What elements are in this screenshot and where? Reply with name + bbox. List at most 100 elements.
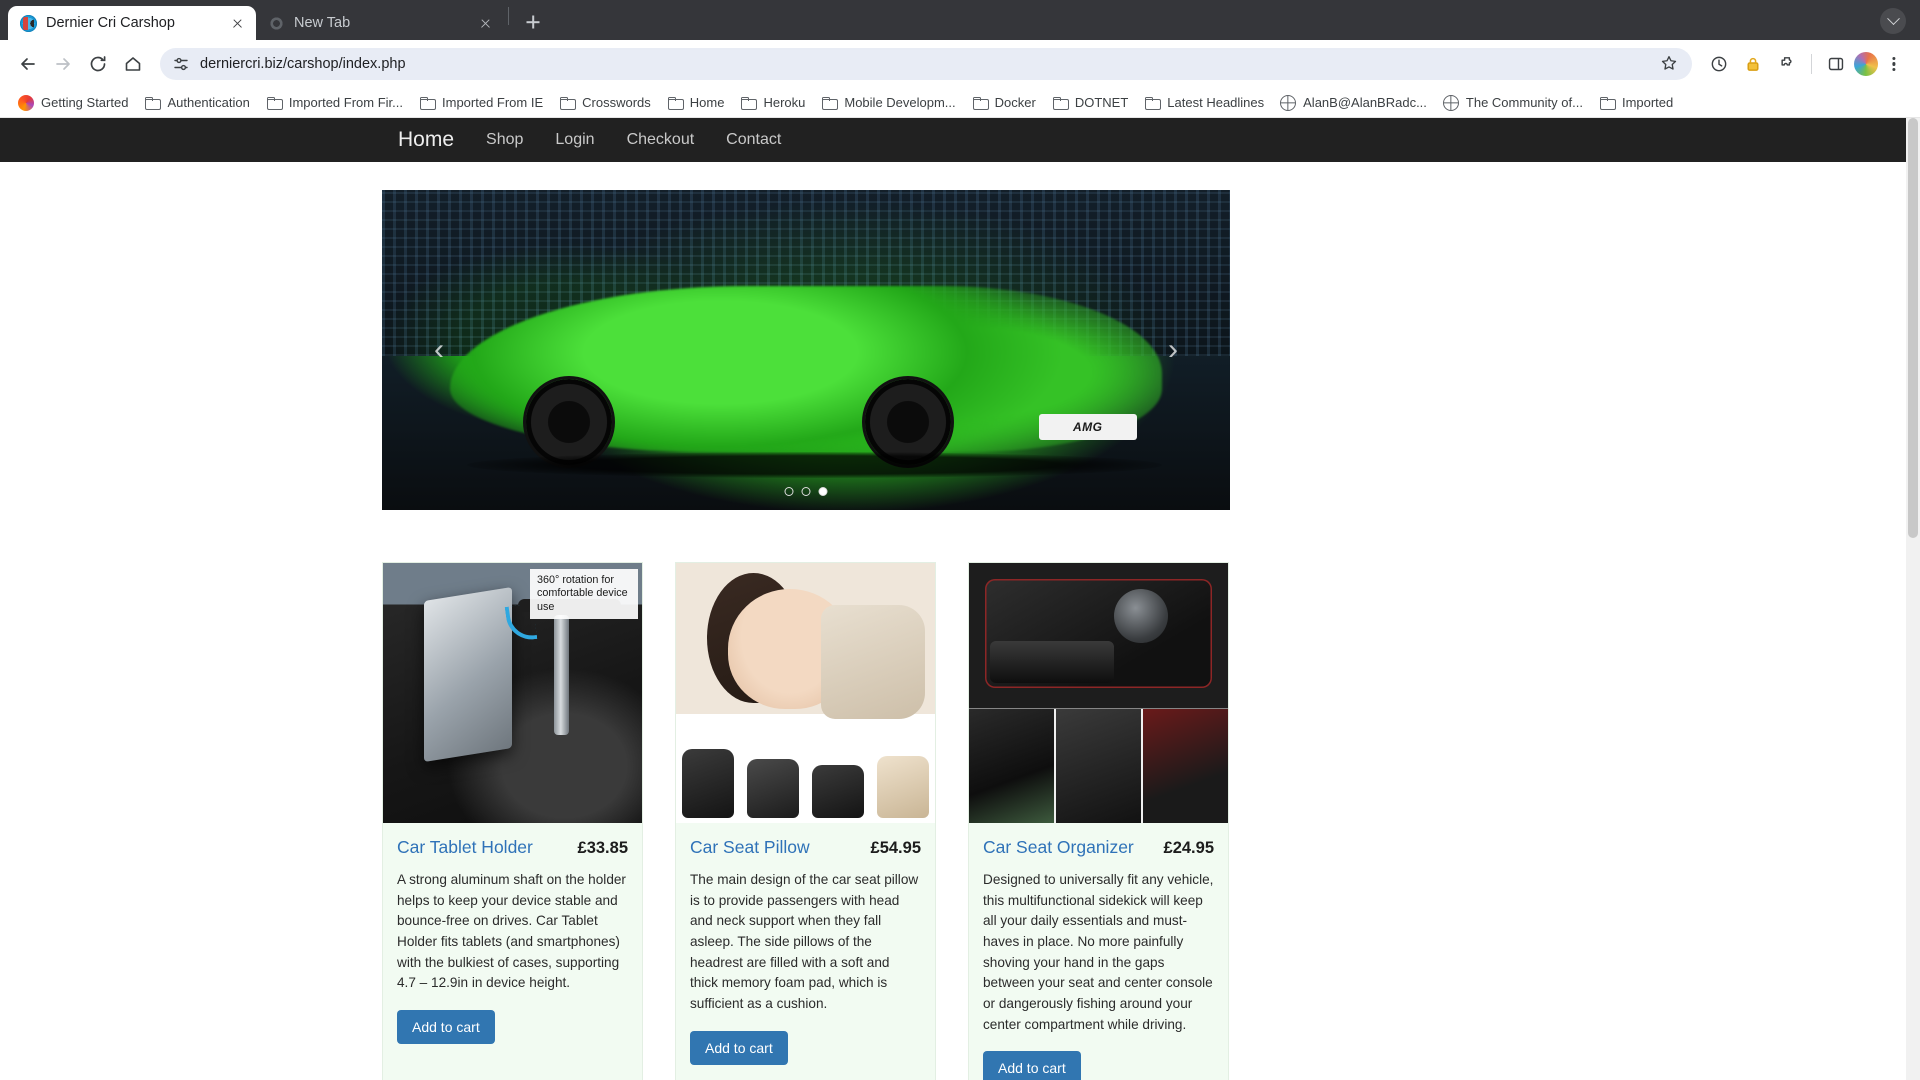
bookmark-heroku[interactable]: Heroku (732, 91, 813, 115)
globe-icon (1280, 94, 1297, 111)
pillow-cushion-shape (821, 604, 925, 719)
tab-title: New Tab (294, 15, 351, 31)
bookmark-label: Heroku (763, 95, 806, 110)
bookmark-imported[interactable]: Imported (1591, 91, 1681, 115)
site-settings-icon[interactable] (172, 55, 190, 73)
nav-link-contact[interactable]: Contact (710, 118, 797, 162)
bookmark-dotnet[interactable]: DOTNET (1044, 91, 1136, 115)
carousel-indicators (784, 487, 828, 496)
folder-icon (266, 95, 283, 111)
folder-icon (1599, 95, 1616, 111)
chrome-newtab-favicon-icon (268, 14, 285, 32)
product-description: A strong aluminum shaft on the holder he… (397, 872, 626, 991)
bookmark-label: Crosswords (582, 95, 651, 110)
more-menu-icon[interactable] (1880, 50, 1908, 78)
carousel-next-arrow[interactable]: › (1156, 333, 1190, 367)
extensions-icon[interactable] (1771, 48, 1803, 80)
browser-toolbar: derniercri.biz/carshop/index.php (0, 40, 1920, 88)
bookmark-label: Getting Started (41, 95, 129, 110)
close-icon[interactable] (477, 15, 494, 32)
add-to-cart-button[interactable]: Add to cart (983, 1051, 1081, 1080)
bookmark-home[interactable]: Home (659, 91, 733, 115)
folder-icon (419, 95, 436, 111)
bookmark-label: Imported From IE (442, 95, 544, 110)
bookmark-docker[interactable]: Docker (964, 91, 1044, 115)
tab-dernier-cri-carshop[interactable]: Dernier Cri Carshop (8, 6, 256, 40)
forward-arrow-icon[interactable] (47, 48, 79, 80)
address-bar[interactable]: derniercri.biz/carshop/index.php (160, 48, 1692, 80)
chevron-down-icon[interactable] (1880, 8, 1906, 34)
reload-icon[interactable] (82, 48, 114, 80)
product-image-badge: 360° rotation for comfortable device use (530, 569, 638, 620)
back-arrow-icon[interactable] (12, 48, 44, 80)
product-price: £54.95 (870, 839, 921, 857)
add-to-cart-button[interactable]: Add to cart (690, 1030, 788, 1065)
product-title[interactable]: Car Seat Pillow (690, 837, 810, 858)
browser-window: Dernier Cri Carshop New Tab derniercri.b… (0, 0, 1920, 1080)
firefox-icon (18, 94, 34, 111)
nav-link-shop[interactable]: Shop (470, 118, 539, 162)
bookmark-label: DOTNET (1074, 95, 1129, 110)
clock-history-icon[interactable] (1703, 48, 1735, 80)
folder-icon (1144, 95, 1162, 111)
nav-link-login[interactable]: Login (539, 118, 610, 162)
scrollbar-thumb[interactable] (1908, 118, 1918, 538)
bookmark-getting-started[interactable]: Getting Started (10, 91, 136, 115)
bookmark-label: Imported From Fir... (288, 95, 403, 110)
bookmark-label: The Community of... (1465, 95, 1583, 110)
product-image-car-seat-organizer (969, 563, 1228, 823)
bookmark-alanb[interactable]: AlanB@AlanBRadc... (1272, 91, 1435, 115)
toolbar-right-icons (1703, 48, 1908, 80)
close-icon[interactable] (229, 15, 246, 32)
profile-avatar[interactable] (1854, 52, 1878, 76)
page-viewport: Home Shop Login Checkout Contact Car Bit… (0, 118, 1920, 1080)
nav-link-checkout[interactable]: Checkout (611, 118, 711, 162)
new-tab-button[interactable] (519, 8, 547, 36)
bookmark-imported-from-firefox[interactable]: Imported From Fir... (258, 91, 411, 115)
folder-icon (821, 95, 839, 111)
home-icon[interactable] (117, 48, 149, 80)
tab-new-tab[interactable]: New Tab (256, 6, 504, 40)
category-sidebar: Car Bits Accessories (0, 162, 644, 1080)
hero-carousel[interactable]: AMG ‹ › (382, 190, 1230, 510)
bookmark-the-community-of[interactable]: The Community of... (1435, 91, 1591, 115)
carousel-dot-3[interactable] (818, 487, 828, 496)
pillow-variant-row (676, 729, 935, 818)
bookmark-label: Docker (994, 95, 1036, 110)
carousel-dot-1[interactable] (784, 487, 794, 496)
mount-post-shape (553, 615, 569, 735)
nav-link-home[interactable]: Home (382, 118, 470, 162)
page-scrollbar[interactable] (1906, 118, 1920, 1080)
toolbar-divider (1811, 54, 1812, 74)
bookmark-mobile-development[interactable]: Mobile Developm... (813, 91, 963, 115)
folder-icon (972, 95, 989, 111)
bookmark-label: Latest Headlines (1167, 95, 1265, 110)
carousel-number-plate: AMG (1038, 413, 1137, 440)
bookmarks-bar: Getting Started Authentication Imported … (0, 88, 1920, 118)
star-icon[interactable] (1660, 54, 1680, 74)
product-title[interactable]: Car Tablet Holder (397, 837, 533, 858)
bookmark-label: Home (689, 95, 725, 110)
carousel-prev-arrow[interactable]: ‹ (422, 333, 456, 367)
carousel-car-shadow (466, 452, 1163, 478)
product-title[interactable]: Car Seat Organizer (983, 837, 1134, 858)
folder-icon (559, 95, 577, 111)
product-description: The main design of the car seat pillow i… (690, 872, 919, 1011)
bookmark-label: AlanB@AlanBRadc... (1303, 95, 1427, 110)
bookmark-authentication[interactable]: Authentication (136, 91, 257, 115)
bookmark-label: Imported (1621, 95, 1674, 110)
bookmark-latest-headlines[interactable]: Latest Headlines (1136, 91, 1272, 115)
lock-icon[interactable] (1737, 48, 1769, 80)
product-thumbnail-row (969, 708, 1228, 823)
product-card-car-seat-organizer: Car Seat Organizer £24.95 Designed to un… (968, 562, 1229, 1080)
add-to-cart-button[interactable]: Add to cart (397, 1009, 495, 1044)
bookmark-imported-from-ie[interactable]: Imported From IE (411, 91, 551, 115)
side-panel-icon[interactable] (1820, 48, 1852, 80)
page-content: Car Bits Accessories AMG ‹ › (0, 162, 1920, 1080)
tab-title: Dernier Cri Carshop (46, 15, 175, 31)
tablet-device-shape (424, 587, 513, 763)
product-image-car-tablet-holder: 360° rotation for comfortable device use (383, 563, 642, 823)
product-card-car-tablet-holder: 360° rotation for comfortable device use… (382, 562, 643, 1080)
bookmark-crosswords[interactable]: Crosswords (551, 91, 659, 115)
carousel-dot-2[interactable] (801, 487, 811, 496)
